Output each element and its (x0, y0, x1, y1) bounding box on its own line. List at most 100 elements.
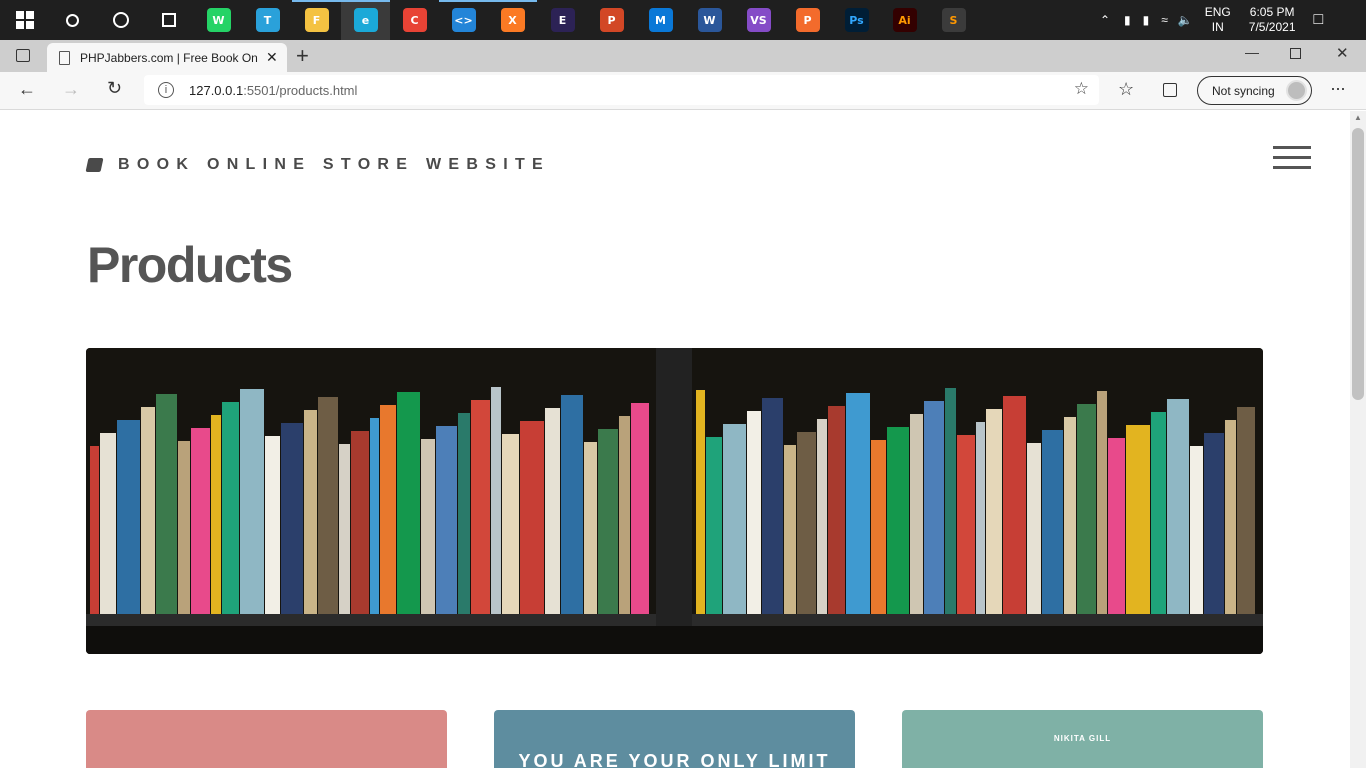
minimize-icon[interactable]: — (1245, 44, 1259, 60)
site-logo[interactable]: BOOK ONLINE STORE WEBSITE (85, 156, 550, 174)
book-spine (222, 402, 239, 616)
taskbar-mail-button[interactable]: M (636, 0, 685, 40)
book-spine (436, 426, 457, 616)
chrome-icon: C (402, 8, 427, 32)
book-spine (619, 416, 630, 616)
taskbar-visual-studio-button[interactable]: VS (734, 0, 783, 40)
edge-icon: e (353, 8, 378, 32)
notification-icon[interactable]: □ (1314, 11, 1324, 29)
taskbar-photoshop-button[interactable]: Ps (832, 0, 881, 40)
product-card[interactable]: YOU ARE YOUR ONLY LIMIT (494, 710, 855, 768)
book-spine (545, 408, 560, 616)
scrollbar-thumb[interactable] (1352, 128, 1364, 400)
whatsapp-icon: W (206, 8, 231, 32)
book-spine (762, 398, 783, 616)
back-icon[interactable]: ← (18, 79, 36, 100)
taskbar-telegram-button[interactable]: T (243, 0, 292, 40)
taskbar-start-button[interactable] (0, 0, 49, 40)
collections-icon[interactable] (1163, 83, 1177, 97)
page-icon (59, 50, 70, 65)
taskbar-search-button[interactable] (48, 0, 97, 40)
taskbar-postman-button[interactable]: P (783, 0, 832, 40)
browser-tab-strip: PHPJabbers.com | Free Book Onli ✕ + — ✕ (0, 40, 1366, 72)
book-spine (797, 432, 816, 616)
powerpoint-icon: P (599, 8, 624, 32)
taskbar-cortana-button[interactable] (96, 0, 145, 40)
add-favorite-icon[interactable]: ☆ (1074, 79, 1089, 99)
book-spine (561, 395, 583, 616)
product-card-caption: NIKITA GILL (1053, 734, 1112, 743)
tab-actions-icon[interactable] (16, 49, 30, 62)
browser-toolbar: ← → ↻ i 127.0.0.1:5501/products.html ☆ ☆… (0, 72, 1366, 110)
taskbar-edge-button[interactable]: e (341, 0, 390, 40)
book-spine (846, 393, 870, 616)
product-card[interactable] (86, 710, 447, 768)
taskbar-word-button[interactable]: W (685, 0, 734, 40)
book-spine (1237, 407, 1255, 616)
book-spine (491, 387, 501, 616)
restore-icon[interactable] (1290, 48, 1301, 59)
taskbar-task-view-button[interactable] (144, 0, 193, 40)
book-spine (304, 410, 317, 616)
language-indicator[interactable]: ENG IN (1205, 5, 1231, 35)
scroll-up-icon[interactable]: ▲ (1354, 113, 1362, 122)
chevron-up-icon[interactable]: ⌃ (1096, 13, 1114, 27)
refresh-icon[interactable]: ↻ (107, 78, 122, 99)
menu-toggle-icon[interactable] (1273, 146, 1311, 170)
clock-date: 7/5/2021 (1248, 20, 1296, 34)
book-spine (1225, 420, 1236, 616)
book-spine (370, 418, 379, 616)
bookshelf-photo (86, 348, 1263, 654)
new-tab-icon[interactable]: + (296, 43, 309, 69)
favorites-icon[interactable]: ☆ (1118, 79, 1134, 100)
search-icon (66, 13, 79, 27)
visual-studio-icon: VS (746, 8, 771, 32)
web-page: BOOK ONLINE STORE WEBSITE Products YOU A… (0, 111, 1350, 768)
mail-icon: M (648, 8, 673, 32)
taskbar-vscode-button[interactable]: <> (439, 0, 488, 40)
info-icon[interactable]: i (158, 82, 174, 98)
eclipse-icon: E (550, 8, 575, 32)
clock-time: 6:05 PM (1249, 5, 1295, 19)
taskbar-xampp-button[interactable]: X (488, 0, 537, 40)
close-window-icon[interactable]: ✕ (1336, 44, 1349, 62)
book-spine (240, 389, 264, 616)
book-spine (986, 409, 1002, 616)
book-spine (747, 411, 761, 616)
browser-tab[interactable]: PHPJabbers.com | Free Book Onli ✕ (47, 43, 287, 72)
address-bar[interactable]: i 127.0.0.1:5501/products.html ☆ (144, 75, 1099, 105)
book-spine (1077, 404, 1096, 616)
taskbar-illustrator-button[interactable]: Ai (880, 0, 929, 40)
book-spine (117, 420, 140, 616)
book-spine (265, 436, 280, 616)
profile-button[interactable]: Not syncing (1197, 76, 1312, 105)
taskbar-sublime-button[interactable]: S (929, 0, 978, 40)
book-spine (141, 407, 155, 616)
system-tray: ⌃ ▮ ▮ ≈ 🔈 ENG IN 6:05 PM 7/5/2021 □ (1096, 0, 1323, 40)
taskbar-eclipse-button[interactable]: E (538, 0, 587, 40)
book-spine (1108, 438, 1125, 616)
book-spine (471, 400, 490, 616)
url-path: :5501/products.html (243, 82, 358, 98)
close-tab-icon[interactable]: ✕ (266, 49, 278, 66)
book-spine (421, 439, 435, 616)
illustrator-icon: Ai (892, 8, 917, 32)
taskbar-powerpoint-button[interactable]: P (587, 0, 636, 40)
taskbar-whatsapp-button[interactable]: W (194, 0, 243, 40)
windows-taskbar: W T Fe C <> X E P M W VS P Ps Ai S ⌃ ▮ ▮ ≈ 🔈 ENG IN 6:… (0, 0, 1366, 40)
avatar (1286, 80, 1307, 101)
taskbar-chrome-button[interactable]: C (390, 0, 439, 40)
clock[interactable]: 6:05 PM 7/5/2021 (1249, 5, 1296, 35)
speaker-icon[interactable]: 🔈 (1178, 13, 1193, 27)
sublime-icon: S (941, 8, 966, 32)
book-spine (696, 390, 705, 616)
battery-icon[interactable]: ▮ (1124, 13, 1131, 27)
forward-icon[interactable]: → (62, 79, 80, 100)
product-card[interactable]: NIKITA GILL (902, 710, 1263, 768)
wifi-icon[interactable]: ≈ (1161, 13, 1168, 27)
tab-title: PHPJabbers.com | Free Book Onli (80, 50, 258, 65)
more-options-icon[interactable]: ··· (1330, 78, 1346, 99)
taskbar-file-explorer-button[interactable]: F (292, 0, 341, 40)
book-spine (339, 444, 350, 616)
microphone-icon[interactable]: ▮ (1143, 13, 1150, 27)
